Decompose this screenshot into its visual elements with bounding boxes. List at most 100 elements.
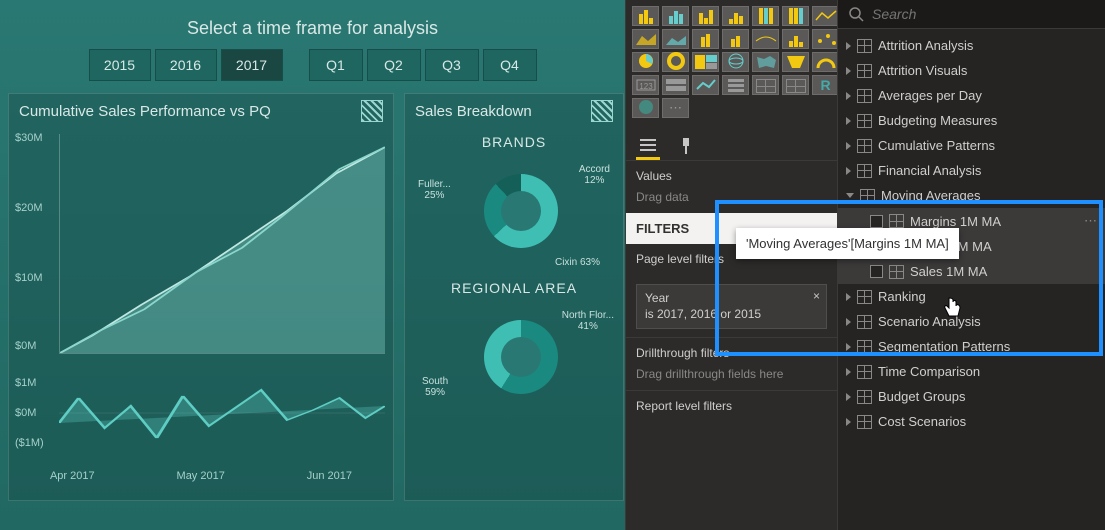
viz-multirow-card-icon[interactable]	[662, 75, 689, 95]
search-icon	[848, 6, 864, 22]
sales-panel-header: Cumulative Sales Performance vs PQ	[9, 94, 393, 128]
drillthrough-label: Drillthrough filters	[636, 346, 827, 360]
time-buttons-row: 2015 2016 2017 Q1 Q2 Q3 Q4	[8, 49, 617, 81]
fields-tab[interactable]	[636, 132, 660, 160]
viz-filled-map-icon[interactable]	[752, 52, 779, 72]
format-tab[interactable]	[674, 132, 698, 160]
difference-chart[interactable]: $1M $0M ($1M)	[9, 378, 393, 468]
quarter-button-q1[interactable]: Q1	[309, 49, 363, 81]
year-buttons: 2015 2016 2017	[89, 49, 283, 81]
table-ranking[interactable]: Ranking	[838, 284, 1105, 309]
table-budget-groups[interactable]: Budget Groups	[838, 384, 1105, 409]
viz-line-stacked-column-icon[interactable]	[692, 29, 719, 49]
panel-row: Cumulative Sales Performance vs PQ $30M …	[8, 93, 617, 501]
viz-clustered-bar-icon[interactable]	[692, 6, 719, 26]
viz-donut-icon[interactable]	[662, 52, 689, 72]
table-financial-analysis[interactable]: Financial Analysis	[838, 158, 1105, 183]
viz-kpi-icon[interactable]	[692, 75, 719, 95]
y-tick: $20M	[15, 202, 43, 214]
table-time-comparison[interactable]: Time Comparison	[838, 359, 1105, 384]
viz-r-icon[interactable]: R	[812, 75, 839, 95]
brand-label: Accord12%	[579, 164, 610, 186]
viz-arcgis-icon[interactable]	[632, 98, 659, 118]
header-prompt: Select a time frame for analysis	[8, 18, 617, 39]
focus-mode-icon[interactable]	[361, 100, 383, 122]
viz-stacked-column-icon[interactable]	[662, 6, 689, 26]
values-drop-zone[interactable]: Drag data	[636, 187, 827, 207]
table-cumulative-patterns[interactable]: Cumulative Patterns	[838, 133, 1105, 158]
drillthrough-section: Drillthrough filters Drag drillthrough f…	[626, 337, 837, 390]
viz-line-icon[interactable]	[812, 6, 839, 26]
drillthrough-drop-zone[interactable]: Drag drillthrough fields here	[636, 364, 827, 384]
table-cost-scenarios[interactable]: Cost Scenarios	[838, 409, 1105, 434]
viz-matrix-icon[interactable]	[782, 75, 809, 95]
checkbox-icon[interactable]	[870, 215, 883, 228]
viz-100-stacked-bar-icon[interactable]	[752, 6, 779, 26]
viz-pie-icon[interactable]	[632, 52, 659, 72]
viz-stacked-area-icon[interactable]	[662, 29, 689, 49]
sales-panel-title: Cumulative Sales Performance vs PQ	[19, 103, 271, 120]
focus-mode-icon[interactable]	[591, 100, 613, 122]
brands-donut[interactable]: Fuller...25% Accord12% Cixin 63%	[414, 154, 614, 274]
table-budgeting-measures[interactable]: Budgeting Measures	[838, 108, 1105, 133]
viz-waterfall-icon[interactable]	[782, 29, 809, 49]
breakdown-panel-header: Sales Breakdown	[405, 94, 623, 128]
cumulative-chart[interactable]: $30M $20M $10M $0M	[9, 128, 393, 378]
table-icon	[857, 340, 872, 354]
region-donut[interactable]: North Flor...41% South59%	[414, 300, 614, 420]
search-box[interactable]	[838, 0, 1105, 29]
viz-map-icon[interactable]	[722, 52, 749, 72]
year-filter-chip[interactable]: Year is 2017, 2016 or 2015 ×	[636, 284, 827, 329]
region-label: South59%	[422, 376, 448, 398]
table-scenario-analysis[interactable]: Scenario Analysis	[838, 309, 1105, 334]
viz-table-icon[interactable]	[752, 75, 779, 95]
checkbox-icon[interactable]	[870, 265, 883, 278]
table-moving-averages[interactable]: Moving Averages	[838, 183, 1105, 208]
quarter-button-q2[interactable]: Q2	[367, 49, 421, 81]
breakdown-panel-title: Sales Breakdown	[415, 103, 532, 120]
viz-card-icon[interactable]: 123	[632, 75, 659, 95]
viz-slicer-icon[interactable]	[722, 75, 749, 95]
table-attrition-analysis[interactable]: Attrition Analysis	[838, 33, 1105, 58]
viz-area-icon[interactable]	[632, 29, 659, 49]
viz-scatter-icon[interactable]	[812, 29, 839, 49]
quarter-button-q4[interactable]: Q4	[483, 49, 537, 81]
table-attrition-visuals[interactable]: Attrition Visuals	[838, 58, 1105, 83]
year-button-2015[interactable]: 2015	[89, 49, 151, 81]
field-sales-1m-ma[interactable]: Sales 1M MA	[838, 259, 1105, 284]
region-title: REGIONAL AREA	[405, 280, 623, 296]
viz-treemap-icon[interactable]	[692, 52, 719, 72]
table-segmentation-patterns[interactable]: Segmentation Patterns	[838, 334, 1105, 359]
lower-plot-area	[59, 378, 385, 448]
table-icon	[857, 64, 872, 78]
search-input[interactable]	[872, 6, 1095, 22]
quarter-button-q3[interactable]: Q3	[425, 49, 479, 81]
viz-clustered-column-icon[interactable]	[722, 6, 749, 26]
viz-tabs	[626, 126, 837, 161]
sales-breakdown-panel[interactable]: Sales Breakdown BRANDS Fuller...25% Acco…	[404, 93, 624, 501]
quarter-buttons: Q1 Q2 Q3 Q4	[309, 49, 537, 81]
viz-stacked-bar-icon[interactable]	[632, 6, 659, 26]
table-icon	[857, 114, 872, 128]
clear-filter-icon[interactable]: ×	[813, 289, 820, 305]
viz-line-clustered-column-icon[interactable]	[722, 29, 749, 49]
field-profits-1m-ma[interactable]: Profits 1M MA	[838, 234, 1105, 259]
viz-gauge-icon[interactable]	[812, 52, 839, 72]
viz-ribbon-icon[interactable]	[752, 29, 779, 49]
field-margins-1m-ma[interactable]: Margins 1M MA⋯	[838, 208, 1105, 234]
report-filters-label: Report level filters	[636, 399, 827, 413]
checkbox-icon[interactable]	[870, 240, 883, 253]
table-averages-per-day[interactable]: Averages per Day	[838, 83, 1105, 108]
year-button-2017[interactable]: 2017	[221, 49, 283, 81]
sales-performance-panel[interactable]: Cumulative Sales Performance vs PQ $30M …	[8, 93, 394, 501]
viz-100-stacked-column-icon[interactable]	[782, 6, 809, 26]
x-tick: Apr 2017	[50, 470, 95, 482]
year-button-2016[interactable]: 2016	[155, 49, 217, 81]
report-filters-section: Report level filters	[626, 390, 837, 423]
region-label: North Flor...41%	[562, 310, 614, 332]
table-icon	[857, 139, 872, 153]
viz-funnel-icon[interactable]	[782, 52, 809, 72]
table-icon	[857, 39, 872, 53]
y-tick: ($1M)	[15, 437, 44, 449]
viz-import-icon[interactable]: ⋯	[662, 98, 689, 118]
